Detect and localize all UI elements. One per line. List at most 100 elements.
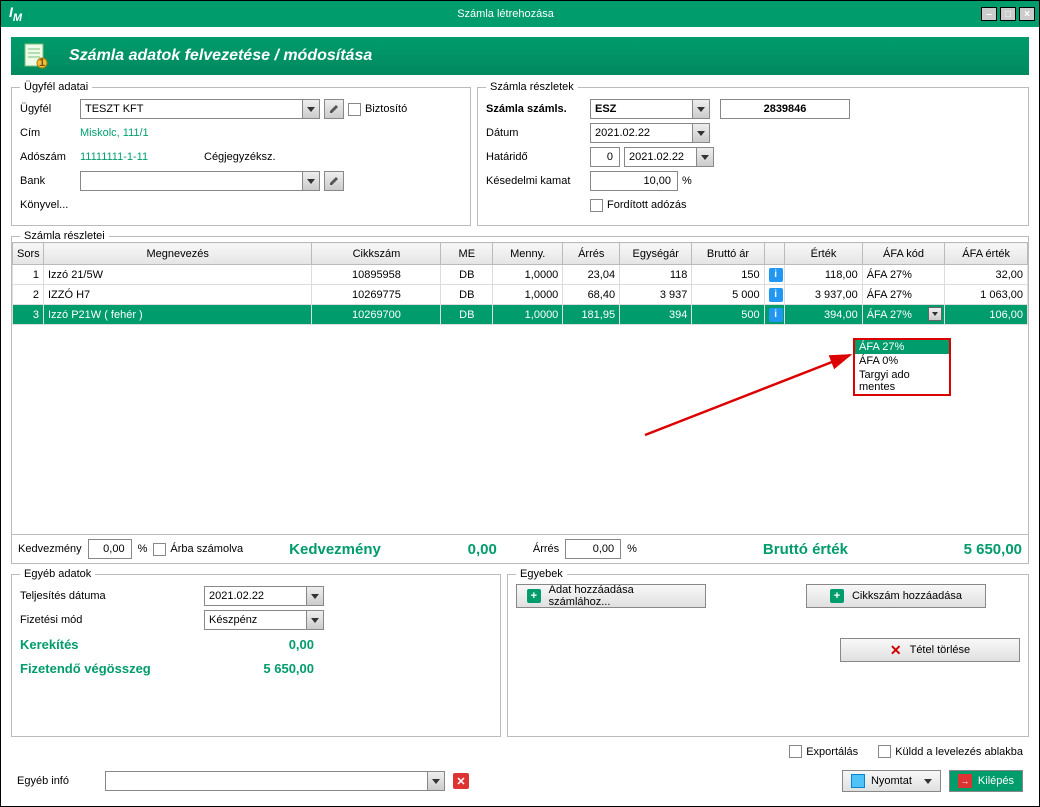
table-row[interactable]: 2IZZÓ H710269775DB1,000068,403 9375 000i… xyxy=(13,285,1028,305)
column-header[interactable]: Árrés xyxy=(563,243,620,265)
egyeb-adatok-fieldset: Egyéb adatok Teljesítés dátuma Fizetési … xyxy=(11,568,501,737)
ugyfel-dropdown[interactable] xyxy=(302,99,320,119)
hatarido-date-input[interactable] xyxy=(624,147,696,167)
header-text: Számla adatok felvezetése / módosítása xyxy=(69,47,372,65)
table-row[interactable]: 3Izzó P21W ( fehér )10269700DB1,0000181,… xyxy=(13,305,1028,325)
kamat-input[interactable]: 10,00 xyxy=(590,171,678,191)
kamat-label: Késedelmi kamat xyxy=(486,175,586,187)
telj-label: Teljesítés dátuma xyxy=(20,590,200,602)
hatarido-label: Határidő xyxy=(486,151,586,163)
column-header[interactable]: Egységár xyxy=(620,243,692,265)
ugyfel-edit-button[interactable] xyxy=(324,99,344,119)
details-fieldset: Számla részletei SorsMegnevezésCikkszámM… xyxy=(11,230,1029,564)
svg-text:1: 1 xyxy=(39,57,45,69)
forditott-checkbox[interactable]: Fordított adózás xyxy=(590,199,687,212)
print-icon xyxy=(851,774,865,788)
nyomtat-button[interactable]: Nyomtat xyxy=(842,770,941,792)
ugyfel-label: Ügyfél xyxy=(20,103,76,115)
afa-option[interactable]: ÁFA 27% xyxy=(855,340,949,354)
egyeb-adatok-legend: Egyéb adatok xyxy=(20,568,95,580)
egyeb-info-label: Egyéb infó xyxy=(17,775,97,787)
afa-dropdown-menu[interactable]: ÁFA 27% ÁFA 0% Targyi ado mentes xyxy=(853,338,951,396)
info-icon[interactable]: i xyxy=(769,308,783,322)
datum-input[interactable] xyxy=(590,123,692,143)
prefix-dropdown[interactable] xyxy=(692,99,710,119)
annotation-arrow xyxy=(640,350,860,440)
cikkszam-button[interactable]: + Cikkszám hozzáadása xyxy=(806,584,986,608)
cim-value: Miskolc, 111/1 xyxy=(80,127,149,139)
document-icon: 1 xyxy=(21,42,49,70)
customer-legend: Ügyfél adatai xyxy=(20,81,92,93)
tetel-torles-button[interactable]: ✕ Tétel törlése xyxy=(840,638,1020,662)
egyeb-info-input[interactable] xyxy=(105,771,427,791)
exit-icon: → xyxy=(958,774,972,788)
column-header[interactable]: ÁFA kód xyxy=(862,243,945,265)
telj-dropdown[interactable] xyxy=(306,586,324,606)
arba-checkbox[interactable]: Árba számolva xyxy=(153,543,243,556)
brutto-value: 5 650,00 xyxy=(964,541,1022,558)
column-header[interactable]: Menny. xyxy=(493,243,563,265)
close-button[interactable]: × xyxy=(1019,7,1035,21)
kedv-input[interactable]: 0,00 xyxy=(88,539,132,559)
prefix-input[interactable] xyxy=(590,99,692,119)
info-icon[interactable]: i xyxy=(769,268,783,282)
fizetendo-label: Fizetendő végösszeg xyxy=(20,661,200,676)
adat-hozzaadas-button[interactable]: + Adat hozzáadása számlához... xyxy=(516,584,706,608)
kamat-unit: % xyxy=(682,175,692,187)
column-header[interactable]: Bruttó ár xyxy=(692,243,764,265)
kedv-big-label: Kedvezmény xyxy=(289,541,381,558)
maximize-button[interactable]: □ xyxy=(1000,7,1016,21)
column-header[interactable]: Cikkszám xyxy=(312,243,441,265)
table-row[interactable]: 1Izzó 21/5W10895958DB1,000023,04118150i1… xyxy=(13,265,1028,285)
window-title: Számla létrehozása xyxy=(30,8,981,20)
datum-label: Dátum xyxy=(486,127,586,139)
afa-option[interactable]: Targyi ado mentes xyxy=(855,368,949,394)
fiz-dropdown[interactable] xyxy=(306,610,324,630)
hatarido-days[interactable]: 0 xyxy=(590,147,620,167)
egyebek-fieldset: Egyebek + Adat hozzáadása számlához... +… xyxy=(507,568,1029,737)
ugyfel-input[interactable] xyxy=(80,99,302,119)
egyeb-info-clear-button[interactable]: ✕ xyxy=(453,773,469,789)
info-icon[interactable]: i xyxy=(769,288,783,302)
bank-dropdown[interactable] xyxy=(302,171,320,191)
afa-cell-dropdown[interactable] xyxy=(928,307,942,321)
column-header[interactable] xyxy=(764,243,785,265)
adoszam-value: 11111111-1-11 xyxy=(80,151,200,163)
column-header[interactable]: ME xyxy=(441,243,493,265)
fizetendo-value: 5 650,00 xyxy=(204,661,314,676)
invoice-fieldset: Számla részletek Számla számls. 2839846 … xyxy=(477,81,1029,226)
export-checkbox[interactable]: Exportálás xyxy=(789,745,858,758)
kilepes-button[interactable]: → Kilépés xyxy=(949,770,1023,792)
arres-input[interactable]: 0,00 xyxy=(565,539,621,559)
delete-icon: ✕ xyxy=(890,642,902,659)
konyvel-label: Könyvel... xyxy=(20,199,76,211)
datum-dropdown[interactable] xyxy=(692,123,710,143)
summary-row: Kedvezmény 0,00 % Árba számolva Kedvezmé… xyxy=(12,534,1028,563)
header-panel: 1 Számla adatok felvezetése / módosítása xyxy=(11,37,1029,75)
szamla-label: Számla számls. xyxy=(486,103,586,115)
egyebek-legend: Egyebek xyxy=(516,568,567,580)
bank-edit-button[interactable] xyxy=(324,171,344,191)
plus-icon: + xyxy=(527,589,541,603)
column-header[interactable]: Megnevezés xyxy=(43,243,311,265)
fiz-input[interactable] xyxy=(204,610,306,630)
fiz-label: Fizetési mód xyxy=(20,614,200,626)
bank-input[interactable] xyxy=(80,171,302,191)
kuldd-checkbox[interactable]: Küldd a levelezés ablakba xyxy=(878,745,1023,758)
arres-label: Árrés xyxy=(533,543,559,555)
invoice-lines-table[interactable]: SorsMegnevezésCikkszámMEMenny.ÁrrésEgysé… xyxy=(12,242,1028,325)
plus-icon: + xyxy=(830,589,844,603)
column-header[interactable]: ÁFA érték xyxy=(945,243,1028,265)
invoice-legend: Számla részletek xyxy=(486,81,578,93)
chevron-down-icon xyxy=(924,779,932,784)
afa-option[interactable]: ÁFA 0% xyxy=(855,354,949,368)
egyeb-info-dropdown[interactable] xyxy=(427,771,445,791)
brutto-label: Bruttó érték xyxy=(763,541,848,558)
kerek-value: 0,00 xyxy=(204,637,314,652)
biztosito-checkbox[interactable]: Biztosító xyxy=(348,103,407,116)
telj-input[interactable] xyxy=(204,586,306,606)
minimize-button[interactable]: – xyxy=(981,7,997,21)
column-header[interactable]: Sors xyxy=(13,243,44,265)
column-header[interactable]: Érték xyxy=(785,243,862,265)
hatarido-dropdown[interactable] xyxy=(696,147,714,167)
